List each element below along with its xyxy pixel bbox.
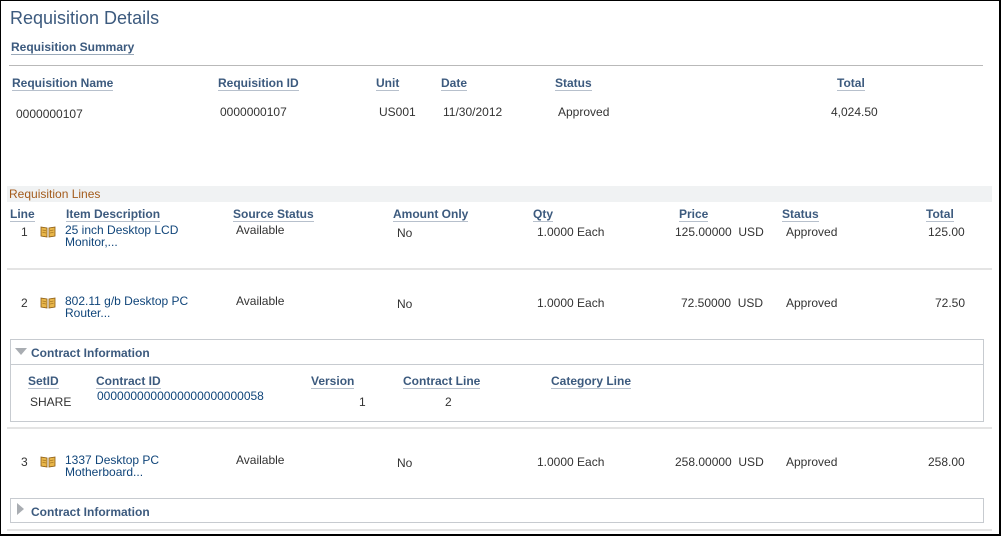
- contract-information-header[interactable]: Contract Information: [11, 340, 983, 364]
- version-value: 1: [359, 395, 366, 409]
- header-qty[interactable]: Qty: [533, 207, 554, 222]
- header-item-description[interactable]: Item Description: [66, 207, 161, 222]
- contract-information-panel: Contract Information: [10, 498, 984, 523]
- expand-triangle-icon[interactable]: [17, 503, 24, 515]
- contract-information-header[interactable]: Contract Information: [11, 499, 983, 523]
- source-status: Available: [236, 294, 285, 308]
- book-icon[interactable]: [40, 297, 56, 309]
- qty: 1.0000 Each: [537, 455, 605, 469]
- requisition-id-value: 0000000107: [220, 105, 287, 119]
- header-source-status[interactable]: Source Status: [233, 207, 314, 222]
- collapse-triangle-icon[interactable]: [15, 348, 27, 355]
- total-value: 4,024.50: [831, 105, 878, 119]
- line-total: 258.00: [928, 455, 965, 469]
- line-status: Approved: [786, 296, 838, 310]
- row-divider: [7, 268, 992, 270]
- header-line-total[interactable]: Total: [926, 207, 954, 222]
- header-price[interactable]: Price: [679, 207, 709, 222]
- contract-divider: [11, 364, 983, 365]
- header-version[interactable]: Version: [311, 374, 355, 389]
- requisition-lines-band: [7, 186, 992, 202]
- header-category-line[interactable]: Category Line: [551, 374, 632, 389]
- line-status: Approved: [786, 225, 838, 239]
- header-requisition-name[interactable]: Requisition Name: [12, 76, 114, 91]
- price: 258.00000 USD: [675, 455, 764, 469]
- header-amount-only[interactable]: Amount Only: [393, 207, 469, 222]
- header-contract-line[interactable]: Contract Line: [403, 374, 481, 389]
- source-status: Available: [236, 223, 285, 237]
- header-date[interactable]: Date: [441, 76, 468, 91]
- header-requisition-id[interactable]: Requisition ID: [218, 76, 299, 91]
- requisition-summary-label: Requisition Summary: [11, 40, 135, 55]
- line-total: 72.50: [935, 296, 966, 310]
- qty: 1.0000 Each: [537, 225, 605, 239]
- amount-only: No: [397, 456, 413, 470]
- page-title: Requisition Details: [10, 8, 160, 28]
- item-description-link[interactable]: 1337 Desktop PC Motherboard...: [65, 454, 185, 478]
- header-setid[interactable]: SetID: [28, 374, 59, 389]
- row-divider: [7, 529, 992, 531]
- source-status: Available: [236, 453, 285, 467]
- price: 72.50000 USD: [681, 296, 764, 310]
- setid-value: SHARE: [30, 395, 72, 409]
- amount-only: No: [397, 297, 413, 311]
- requisition-lines-label: Requisition Lines: [9, 187, 101, 201]
- item-description-link[interactable]: 25 inch Desktop LCD Monitor,...: [65, 224, 195, 248]
- contract-line-value: 2: [445, 395, 452, 409]
- requisition-name-value: 0000000107: [16, 107, 83, 121]
- header-line[interactable]: Line: [10, 207, 35, 222]
- line-number: 2: [21, 296, 28, 310]
- header-line-status[interactable]: Status: [782, 207, 819, 222]
- line-status: Approved: [786, 455, 838, 469]
- price: 125.00000 USD: [675, 225, 764, 239]
- contract-information-title[interactable]: Contract Information: [31, 346, 150, 360]
- item-description-link[interactable]: 802.11 g/b Desktop PC Router...: [65, 295, 200, 319]
- contract-information-title[interactable]: Contract Information: [31, 505, 150, 519]
- status-value: Approved: [558, 105, 610, 119]
- contract-id-link[interactable]: 0000000000000000000000058: [97, 390, 264, 402]
- unit-value: US001: [379, 105, 416, 119]
- summary-divider: [9, 65, 983, 66]
- date-value: 11/30/2012: [443, 105, 503, 119]
- row-divider: [7, 427, 992, 429]
- line-number: 3: [21, 455, 28, 469]
- header-contract-id[interactable]: Contract ID: [96, 374, 161, 389]
- book-icon[interactable]: [40, 226, 56, 238]
- amount-only: No: [397, 226, 413, 240]
- header-total[interactable]: Total: [837, 76, 865, 91]
- line-number: 1: [21, 225, 28, 239]
- header-status[interactable]: Status: [555, 76, 592, 91]
- header-unit[interactable]: Unit: [376, 76, 400, 91]
- qty: 1.0000 Each: [537, 296, 605, 310]
- book-icon[interactable]: [40, 456, 56, 468]
- line-total: 125.00: [928, 225, 965, 239]
